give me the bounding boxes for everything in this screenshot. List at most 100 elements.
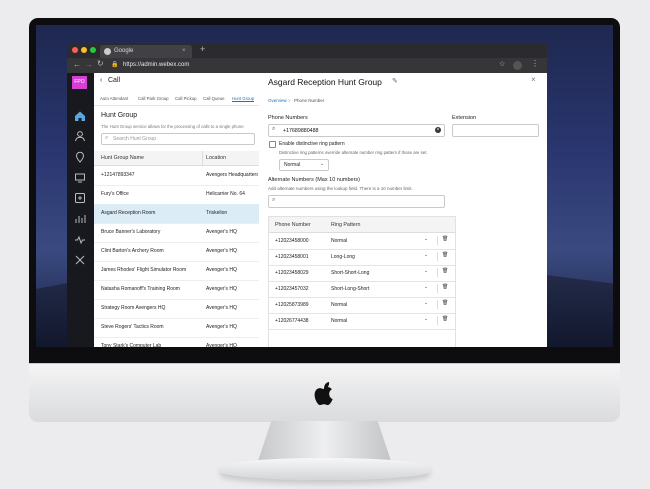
table-row: +12025873989 Normal ⌄ 🗑 bbox=[269, 297, 455, 314]
delete-trash-icon[interactable]: 🗑 bbox=[442, 236, 448, 242]
alternate-phone-number: +12023458001 bbox=[275, 254, 309, 260]
edit-pencil-icon[interactable]: ✎ bbox=[392, 77, 398, 85]
ring-pattern-dropdown[interactable]: Normal bbox=[331, 318, 347, 324]
delete-trash-icon[interactable]: 🗑 bbox=[442, 316, 448, 322]
profile-icon[interactable] bbox=[513, 61, 522, 70]
location-pin-icon[interactable] bbox=[74, 151, 86, 163]
search-input[interactable]: ⌕ Search Hunt Group bbox=[101, 133, 255, 145]
hunt-group-name: Asgard Reception Room bbox=[101, 210, 156, 216]
chevron-down-icon[interactable]: ⌄ bbox=[424, 252, 428, 258]
settings-tools-icon[interactable] bbox=[74, 254, 86, 266]
url-field[interactable]: https://admin.webex.com bbox=[123, 60, 448, 71]
ring-pattern-select[interactable]: Normal ⌄ bbox=[279, 159, 329, 171]
alternate-number-lookup-input[interactable]: ⌕ bbox=[268, 195, 445, 208]
home-icon[interactable] bbox=[74, 110, 86, 122]
extension-field[interactable] bbox=[452, 124, 539, 137]
webex-admin-app: FPO ‹ Call Auto Attendant Call Park Grou… bbox=[67, 73, 547, 347]
delete-trash-icon[interactable]: 🗑 bbox=[442, 284, 448, 290]
apple-logo-icon bbox=[306, 378, 342, 408]
distinctive-ring-checkbox[interactable] bbox=[269, 141, 276, 148]
maximize-window-button[interactable] bbox=[90, 47, 96, 53]
search-placeholder: Search Hunt Group bbox=[113, 136, 157, 142]
ring-pattern-dropdown[interactable]: Long-Long bbox=[331, 254, 355, 260]
close-window-button[interactable] bbox=[72, 47, 78, 53]
table-row[interactable]: Fury's Office Helicarrier No. 64 bbox=[94, 185, 259, 205]
breadcrumb-overview[interactable]: Overview bbox=[268, 98, 287, 103]
table-row[interactable]: Clint Barton's Archery Room Avenger's HQ bbox=[94, 242, 259, 262]
ring-pattern-dropdown[interactable]: Short-Short-Long bbox=[331, 270, 369, 276]
delete-trash-icon[interactable]: 🗑 bbox=[442, 300, 448, 306]
ring-pattern-dropdown[interactable]: Normal bbox=[331, 302, 347, 308]
browser-menu-icon[interactable]: ⋮ bbox=[531, 59, 539, 68]
table-row[interactable]: James Rhodes' Flight Simulator Room Aveng… bbox=[94, 261, 259, 281]
page-title: Call bbox=[108, 77, 121, 84]
column-divider bbox=[437, 316, 438, 325]
chevron-down-icon[interactable]: ⌄ bbox=[424, 316, 428, 322]
analytics-icon[interactable] bbox=[74, 213, 86, 225]
back-chevron-icon[interactable]: ‹ bbox=[100, 77, 102, 84]
table-row[interactable]: Steve Rogers' Tactics Room Avenger's HQ bbox=[94, 318, 259, 338]
table-row[interactable]: Asgard Reception Room Triskelion bbox=[94, 204, 259, 224]
chevron-down-icon[interactable]: ⌄ bbox=[424, 300, 428, 306]
user-icon[interactable] bbox=[74, 130, 86, 142]
table-row[interactable]: Tony Stark's Computer Lab Avenger's HQ bbox=[94, 337, 259, 347]
table-row[interactable]: Bruce Banner's Laboratory Avenger's HQ bbox=[94, 223, 259, 243]
phone-number-value: +17689880488 bbox=[283, 127, 319, 134]
avatar[interactable]: FPO bbox=[72, 76, 87, 89]
table-row: +12023457032 Short-Long-Short ⌄ 🗑 bbox=[269, 281, 455, 298]
devices-icon[interactable] bbox=[74, 172, 86, 184]
left-nav: FPO bbox=[67, 73, 94, 347]
close-panel-icon[interactable]: × bbox=[531, 75, 536, 84]
alternate-phone-number: +12023458029 bbox=[275, 270, 309, 276]
tab-hunt-group[interactable]: Hunt Group bbox=[232, 96, 255, 102]
services-icon[interactable] bbox=[74, 192, 86, 204]
chevron-down-icon[interactable]: ⌄ bbox=[424, 284, 428, 290]
tab-close-icon[interactable]: × bbox=[182, 45, 186, 58]
bookmark-star-icon[interactable]: ☆ bbox=[499, 60, 505, 68]
minimize-window-button[interactable] bbox=[81, 47, 87, 53]
search-icon: ⌕ bbox=[105, 135, 109, 141]
alternate-phone-number: +12023458000 bbox=[275, 238, 309, 244]
new-tab-button[interactable]: + bbox=[200, 44, 205, 54]
chevron-down-icon[interactable]: ⌄ bbox=[424, 268, 428, 274]
tab-call-park-group[interactable]: Call Park Group bbox=[138, 96, 169, 101]
troubleshooting-icon[interactable] bbox=[74, 234, 86, 246]
tab-call-queue[interactable]: Call Queue bbox=[203, 96, 225, 101]
delete-trash-icon[interactable]: 🗑 bbox=[442, 252, 448, 258]
table-header: Hunt Group Name Location bbox=[94, 151, 259, 166]
browser-window: Google × + ← → ↻ 🔒 https://admin.webex.c… bbox=[67, 43, 547, 347]
back-arrow-icon[interactable]: ← bbox=[73, 60, 81, 69]
alternate-numbers-title: Alternate Numbers (Max 10 numbers) bbox=[268, 177, 361, 183]
table-row[interactable]: +12147893347 Avengers Headquarters bbox=[94, 166, 259, 186]
clear-icon[interactable]: × bbox=[435, 127, 441, 133]
hunt-group-location: Avenger's HQ bbox=[206, 286, 237, 292]
forward-arrow-icon[interactable]: → bbox=[85, 60, 93, 69]
ring-pattern-dropdown[interactable]: Normal bbox=[331, 238, 347, 244]
hunt-group-name: +12147893347 bbox=[101, 172, 135, 178]
column-divider bbox=[202, 151, 203, 165]
hunt-group-name: Clint Barton's Archery Room bbox=[101, 248, 164, 254]
browser-tab[interactable]: Google × bbox=[100, 45, 192, 58]
table-row[interactable]: Natasha Romanoff's Training Room Avenger'… bbox=[94, 280, 259, 300]
phone-number-field[interactable]: ⌕ +17689880488 × bbox=[268, 124, 445, 137]
breadcrumb-current: Phone Number bbox=[294, 98, 325, 103]
chevron-down-icon[interactable]: ⌄ bbox=[424, 236, 428, 242]
hunt-group-location: Avenger's HQ bbox=[206, 267, 237, 273]
hunt-group-list-pane: ‹ Call Auto Attendant Call Park Group Ca… bbox=[94, 73, 260, 347]
reload-icon[interactable]: ↻ bbox=[97, 59, 104, 68]
tab-auto-attendant[interactable]: Auto Attendant bbox=[100, 96, 128, 101]
column-header-location[interactable]: Location bbox=[206, 155, 226, 161]
search-icon: ⌕ bbox=[272, 126, 276, 132]
hunt-group-location: Avenger's HQ bbox=[206, 229, 237, 235]
table-row[interactable]: Strategy Room Avengers HQ Avenger's HQ bbox=[94, 299, 259, 319]
lock-icon: 🔒 bbox=[111, 62, 119, 68]
extension-label: Extension bbox=[452, 115, 477, 121]
hunt-group-location: Triskelion bbox=[206, 210, 228, 216]
column-header-name[interactable]: Hunt Group Name bbox=[101, 155, 144, 161]
address-bar: ← → ↻ 🔒 https://admin.webex.com ☆ ⋮ bbox=[67, 58, 547, 73]
column-divider bbox=[437, 252, 438, 261]
delete-trash-icon[interactable]: 🗑 bbox=[442, 268, 448, 274]
tab-call-pickup[interactable]: Call Pickup bbox=[175, 96, 197, 101]
ring-pattern-dropdown[interactable]: Short-Long-Short bbox=[331, 286, 369, 292]
column-divider bbox=[437, 268, 438, 277]
